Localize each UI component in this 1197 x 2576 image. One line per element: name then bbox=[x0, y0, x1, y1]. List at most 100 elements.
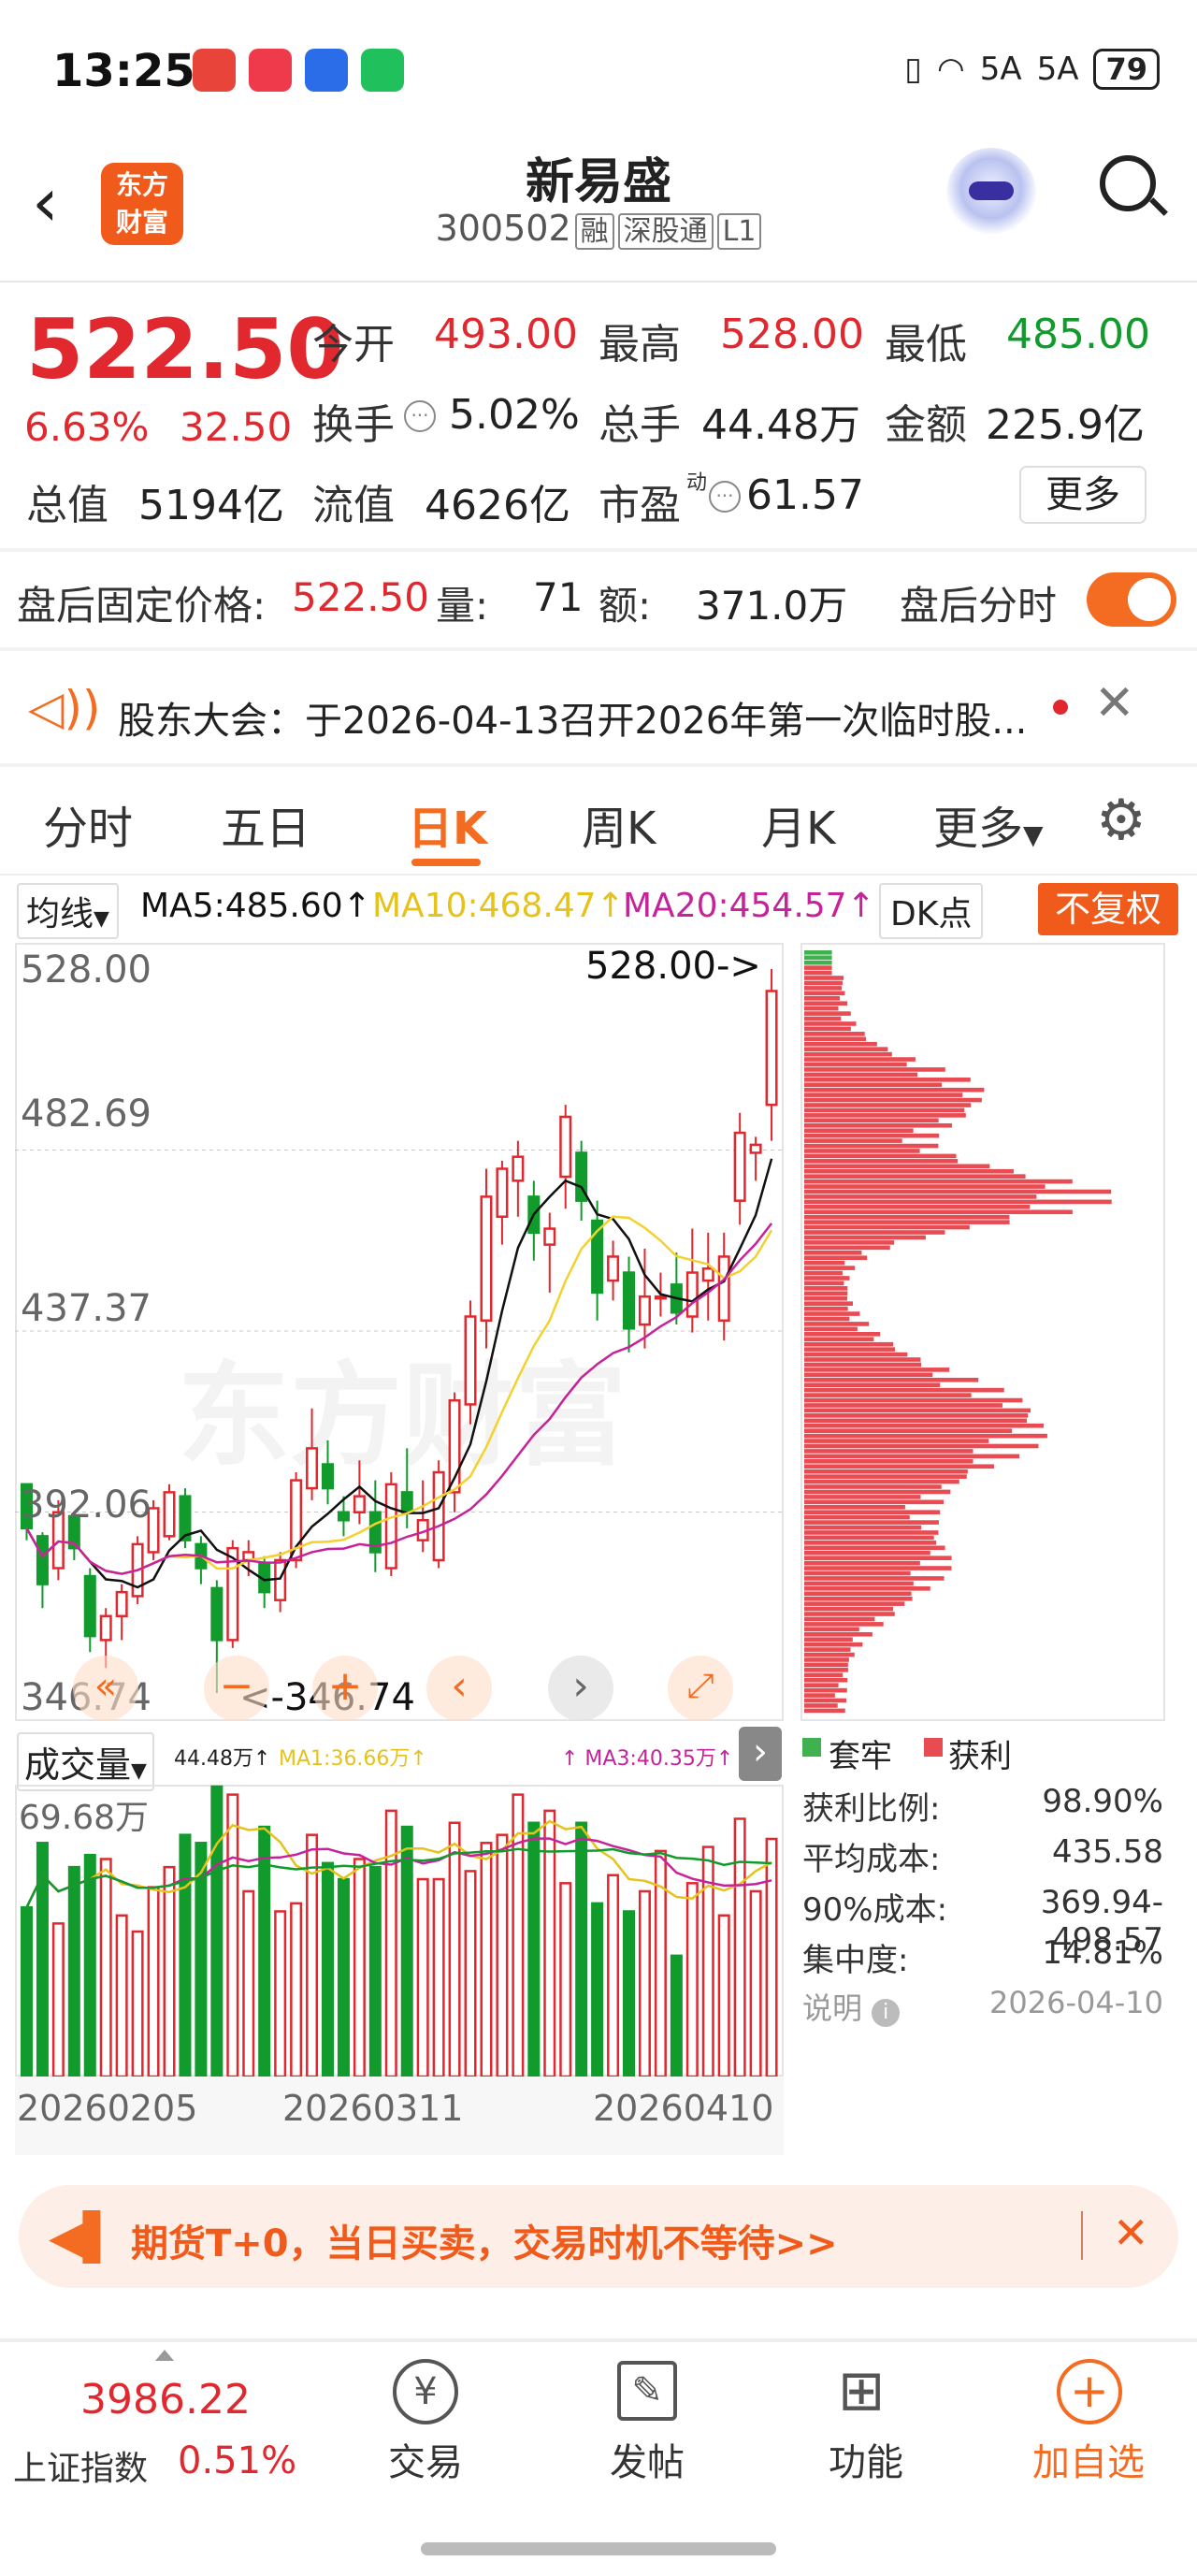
tab-daily-k[interactable]: 日K bbox=[408, 791, 487, 857]
chip-bar bbox=[804, 1067, 945, 1072]
chip-bar bbox=[804, 1332, 881, 1337]
chip-bar bbox=[804, 1245, 890, 1251]
chip-bar bbox=[804, 1541, 937, 1545]
chip-bar bbox=[804, 1036, 867, 1042]
expand-arrow-icon[interactable]: › bbox=[739, 1727, 782, 1781]
nav-functions[interactable]: 功能 bbox=[772, 2432, 959, 2486]
chip-bar bbox=[804, 1082, 942, 1088]
tab-intraday[interactable]: 分时 bbox=[43, 791, 133, 857]
volume-bar bbox=[384, 1809, 397, 2077]
tab-more[interactable]: 更多▼ bbox=[933, 791, 1044, 857]
high-value: 528.00 bbox=[720, 311, 864, 358]
chip-bar bbox=[804, 1316, 850, 1322]
dk-point-selector[interactable]: DK点 bbox=[879, 883, 984, 939]
volume-indicator-selector[interactable]: 成交量▼ bbox=[17, 1732, 154, 1791]
candle-body bbox=[480, 1195, 493, 1323]
close-banner-icon[interactable]: ✕ bbox=[1113, 2207, 1149, 2258]
date-label: 20260311 bbox=[282, 2088, 464, 2129]
add-watchlist-plus-icon[interactable]: + bbox=[1057, 2359, 1122, 2424]
search-icon[interactable] bbox=[1100, 155, 1168, 216]
date-label: 20260205 bbox=[17, 2088, 198, 2129]
after-hours-vol-label: 量: bbox=[436, 583, 489, 629]
volume-bar bbox=[163, 1865, 176, 2077]
chip-bar bbox=[804, 1240, 895, 1245]
volume-bar bbox=[607, 1874, 620, 2077]
volume-ma3: ↑ MA3:40.35万↑ bbox=[561, 1747, 734, 1771]
volume-bar bbox=[321, 1861, 334, 2077]
candle-body bbox=[685, 1271, 699, 1318]
volume-bar bbox=[83, 1853, 96, 2077]
candle-body bbox=[765, 990, 778, 1107]
chip-bar bbox=[804, 1418, 1028, 1424]
banner-text[interactable]: 期货T+0，当日买卖，交易时机不等待>> bbox=[131, 2213, 838, 2267]
volume-label: 总手 bbox=[598, 401, 681, 449]
next-button[interactable]: › bbox=[548, 1656, 613, 1721]
ma20-value: MA20:454.57↑ bbox=[623, 887, 875, 925]
functions-grid-icon[interactable]: ⊞ bbox=[838, 2363, 885, 2419]
rewind-button[interactable]: « bbox=[73, 1656, 138, 1721]
prev-button[interactable]: ‹ bbox=[426, 1656, 492, 1721]
tab-five-day[interactable]: 五日 bbox=[221, 791, 310, 857]
more-button[interactable]: 更多 bbox=[1019, 466, 1147, 524]
home-indicator[interactable] bbox=[421, 2542, 776, 2555]
volume-bar bbox=[733, 1817, 746, 2077]
adjust-mode-button[interactable]: 不复权 bbox=[1038, 883, 1178, 935]
chip-bar bbox=[804, 1362, 922, 1368]
explain-link[interactable]: 说明 i bbox=[802, 1985, 901, 2028]
zoom-out-button[interactable]: − bbox=[204, 1656, 269, 1721]
chip-bar bbox=[804, 1072, 917, 1078]
price-axis-label: 437.37 bbox=[21, 1287, 151, 1330]
profit-legend-swatch bbox=[924, 1738, 943, 1757]
chip-bar bbox=[804, 1566, 952, 1570]
after-hours-toggle[interactable] bbox=[1087, 572, 1176, 627]
chip-bar bbox=[804, 1078, 971, 1082]
chip-bar bbox=[804, 1159, 959, 1164]
kline-chart[interactable] bbox=[15, 943, 784, 1721]
zoom-in-button[interactable]: + bbox=[312, 1656, 378, 1721]
chip-bar bbox=[804, 1449, 973, 1454]
chip-bar bbox=[804, 1021, 857, 1026]
unread-dot bbox=[1053, 700, 1068, 715]
ma5-value: MA5:485.60↑ bbox=[140, 887, 371, 925]
chip-bar bbox=[804, 1403, 1002, 1408]
chip-bar bbox=[804, 1708, 845, 1714]
chip-bar bbox=[804, 1581, 914, 1586]
pe-label: 市盈 bbox=[598, 482, 681, 529]
volume-bar bbox=[765, 1837, 778, 2077]
chip-bar bbox=[804, 1703, 838, 1708]
candle-body bbox=[432, 1470, 445, 1562]
volume-bar bbox=[131, 1930, 144, 2077]
volume-bar bbox=[432, 1877, 445, 2077]
index-value[interactable]: 3986.22 bbox=[80, 2376, 251, 2424]
robot-assistant-icon[interactable] bbox=[946, 148, 1036, 238]
fullscreen-button[interactable]: ⤢ bbox=[668, 1656, 733, 1721]
tab-weekly-k[interactable]: 周K bbox=[582, 791, 656, 857]
chip-bar bbox=[804, 1286, 848, 1291]
trade-yen-icon[interactable]: ¥ bbox=[393, 2359, 458, 2424]
volume-bar bbox=[638, 1889, 651, 2077]
nav-trade[interactable]: 交易 bbox=[332, 2432, 519, 2486]
notice-text[interactable]: 股东大会：于2026-04-13召开2026年第一次临时股... bbox=[118, 690, 1034, 745]
index-name[interactable]: 上证指数 bbox=[13, 2441, 148, 2490]
info-icon[interactable]: ··· bbox=[404, 400, 436, 432]
post-pen-icon[interactable]: ✎ bbox=[617, 2361, 677, 2421]
candle-body bbox=[654, 1295, 667, 1300]
app-notification-icon bbox=[193, 49, 236, 92]
chip-bar bbox=[804, 1576, 945, 1581]
nav-add-watchlist[interactable]: 加自选 bbox=[995, 2432, 1182, 2486]
settings-gear-icon[interactable]: ⚙ bbox=[1096, 788, 1147, 853]
close-icon[interactable]: ✕ bbox=[1094, 675, 1135, 731]
turnover-value: 5.02% bbox=[449, 391, 580, 439]
volume-bar bbox=[685, 1882, 699, 2077]
nav-post[interactable]: 发帖 bbox=[554, 2432, 741, 2486]
chip-bar bbox=[804, 1484, 942, 1489]
wifi-icon: ◠ bbox=[937, 51, 965, 88]
candle-body bbox=[607, 1255, 620, 1282]
chip-bar bbox=[804, 1122, 952, 1128]
connect-tag: 深股通 bbox=[617, 213, 714, 250]
chip-bar bbox=[804, 1596, 913, 1601]
chip-bar bbox=[804, 1255, 868, 1261]
info-icon[interactable]: ··· bbox=[709, 481, 741, 513]
ma-selector[interactable]: 均线▼ bbox=[17, 883, 119, 939]
tab-monthly-k[interactable]: 月K bbox=[761, 791, 835, 857]
